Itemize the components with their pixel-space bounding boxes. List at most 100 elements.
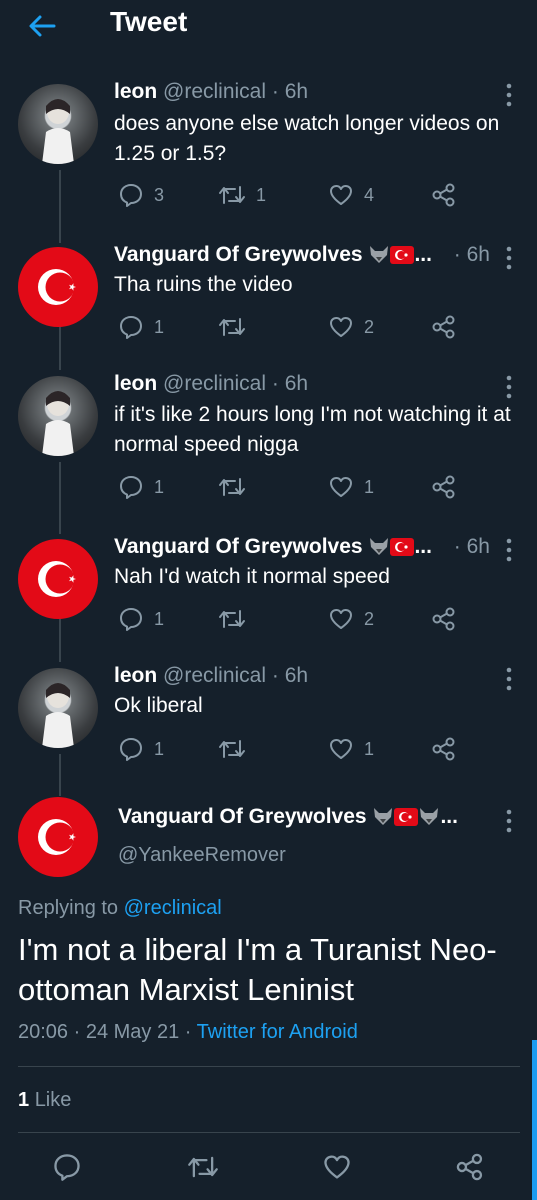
author-name[interactable]: Vanguard Of Greywolves ... <box>114 535 432 558</box>
author-name[interactable]: leon <box>114 664 157 687</box>
author-handle: · 6h <box>453 535 490 558</box>
retweet-button[interactable] <box>218 734 256 764</box>
vertical-dots-icon[interactable] <box>499 537 519 563</box>
wolf-emoji-icon <box>370 246 389 263</box>
vertical-dots-icon[interactable] <box>499 666 519 692</box>
wolf-emoji-icon <box>374 808 393 825</box>
like-count: 4 <box>364 184 375 205</box>
speech-bubble-icon <box>120 738 142 761</box>
speech-bubble-icon <box>120 184 142 207</box>
share-icon[interactable] <box>455 1152 485 1182</box>
main-tweet-handle[interactable]: @YankeeRemover <box>118 844 286 867</box>
reply-count: 1 <box>154 608 165 629</box>
tweet-actions: 1 2 <box>114 604 524 634</box>
tweet-meta: leon @reclinical · 6h <box>114 372 308 396</box>
page-title: Tweet <box>110 6 188 37</box>
heart-icon[interactable] <box>322 1152 352 1182</box>
avatar[interactable] <box>18 539 98 619</box>
turkey-flag-emoji-icon <box>390 538 415 556</box>
replying-prefix: Replying to <box>18 897 119 919</box>
vertical-dots-icon[interactable] <box>499 82 519 108</box>
avatar-leon-image <box>42 683 74 748</box>
author-handle: @reclinical · 6h <box>163 80 309 103</box>
author-name[interactable]: Vanguard Of Greywolves ... <box>114 243 432 266</box>
reply-button[interactable]: 3 <box>118 180 164 210</box>
like-count: 2 <box>364 608 375 629</box>
heart-icon <box>330 739 352 759</box>
reply-button[interactable]: 1 <box>118 604 164 634</box>
vertical-dots-icon[interactable] <box>499 245 519 271</box>
vertical-dots-icon[interactable] <box>499 374 519 400</box>
avatar[interactable] <box>18 84 98 164</box>
like-button[interactable]: 2 <box>328 312 374 342</box>
tweet-meta: leon @reclinical · 6h <box>114 664 308 688</box>
reply-button[interactable]: 1 <box>118 734 164 764</box>
speech-bubble-icon[interactable] <box>52 1152 82 1182</box>
turkey-flag-emoji-icon <box>390 246 415 264</box>
speech-bubble-icon <box>120 608 142 631</box>
main-tweet-avatar[interactable] <box>18 797 98 877</box>
share-button[interactable] <box>431 180 457 210</box>
retweet-button[interactable] <box>218 604 256 634</box>
vertical-dots-icon[interactable] <box>499 808 519 834</box>
retweet-icon <box>219 186 245 204</box>
turkish-flag-avatar-image <box>38 561 76 597</box>
retweet-button[interactable] <box>218 312 256 342</box>
avatar-leon-image <box>42 391 74 456</box>
heart-icon <box>330 477 352 497</box>
likes-summary[interactable]: 1 Like <box>18 1089 71 1112</box>
like-button[interactable]: 1 <box>328 734 374 764</box>
main-tweet-actions <box>0 1152 537 1188</box>
divider <box>18 1066 520 1067</box>
tweet-text: Tha ruins the video <box>114 273 293 296</box>
share-icon <box>432 737 455 761</box>
main-tweet-author-name[interactable]: Vanguard Of Greywolves ... <box>118 805 458 829</box>
heart-icon <box>330 185 352 205</box>
thread-line <box>59 323 61 370</box>
heart-icon <box>330 317 352 337</box>
timestamp-text: 20:06 · 24 May 21 · <box>18 1021 192 1043</box>
tweet-text: if it's like 2 hours long I'm not watchi… <box>114 403 511 456</box>
tweet-actions: 1 1 <box>114 734 524 764</box>
arrow-left-icon[interactable] <box>26 10 58 42</box>
author-name[interactable]: leon <box>114 80 157 103</box>
thread-line <box>59 462 61 534</box>
avatar[interactable] <box>18 247 98 327</box>
top-bar: Tweet <box>0 0 537 52</box>
tweet-actions: 1 1 <box>114 472 524 502</box>
heart-icon <box>330 609 352 629</box>
reply-button[interactable]: 1 <box>118 472 164 502</box>
reply-button[interactable]: 1 <box>118 312 164 342</box>
reply-count: 1 <box>154 316 165 337</box>
like-button[interactable]: 2 <box>328 604 374 634</box>
retweet-icon[interactable] <box>187 1152 219 1182</box>
thread-line <box>59 616 61 662</box>
share-button[interactable] <box>431 604 457 634</box>
replying-to-link[interactable]: @reclinical <box>124 897 222 919</box>
author-handle: · 6h <box>453 243 490 266</box>
like-button[interactable]: 4 <box>328 180 374 210</box>
like-total: 1 <box>18 1089 30 1111</box>
turkey-flag-emoji-icon <box>394 808 419 826</box>
wolf-emoji-icon <box>370 538 389 555</box>
like-count: 1 <box>364 738 375 759</box>
share-button[interactable] <box>431 312 457 342</box>
tweet-actions: 1 2 <box>114 312 524 342</box>
tweet-actions: 3 1 4 <box>114 180 524 210</box>
share-button[interactable] <box>431 472 457 502</box>
speech-bubble-icon <box>120 476 142 499</box>
retweet-button[interactable]: 1 <box>218 180 266 210</box>
share-button[interactable] <box>431 734 457 764</box>
author-name[interactable]: leon <box>114 372 157 395</box>
like-count: 1 <box>364 476 375 497</box>
retweet-button[interactable] <box>218 472 256 502</box>
avatar[interactable] <box>18 668 98 748</box>
tweet-text: Ok liberal <box>114 694 203 717</box>
like-button[interactable]: 1 <box>328 472 374 502</box>
avatar[interactable] <box>18 376 98 456</box>
main-tweet-text: I'm not a liberal I'm a Turanist Neo-ott… <box>18 932 497 1007</box>
source-link[interactable]: Twitter for Android <box>197 1021 358 1043</box>
scrollbar[interactable] <box>532 1040 537 1200</box>
replying-to: Replying to @reclinical <box>18 897 222 920</box>
avatar-leon-image <box>42 99 74 164</box>
